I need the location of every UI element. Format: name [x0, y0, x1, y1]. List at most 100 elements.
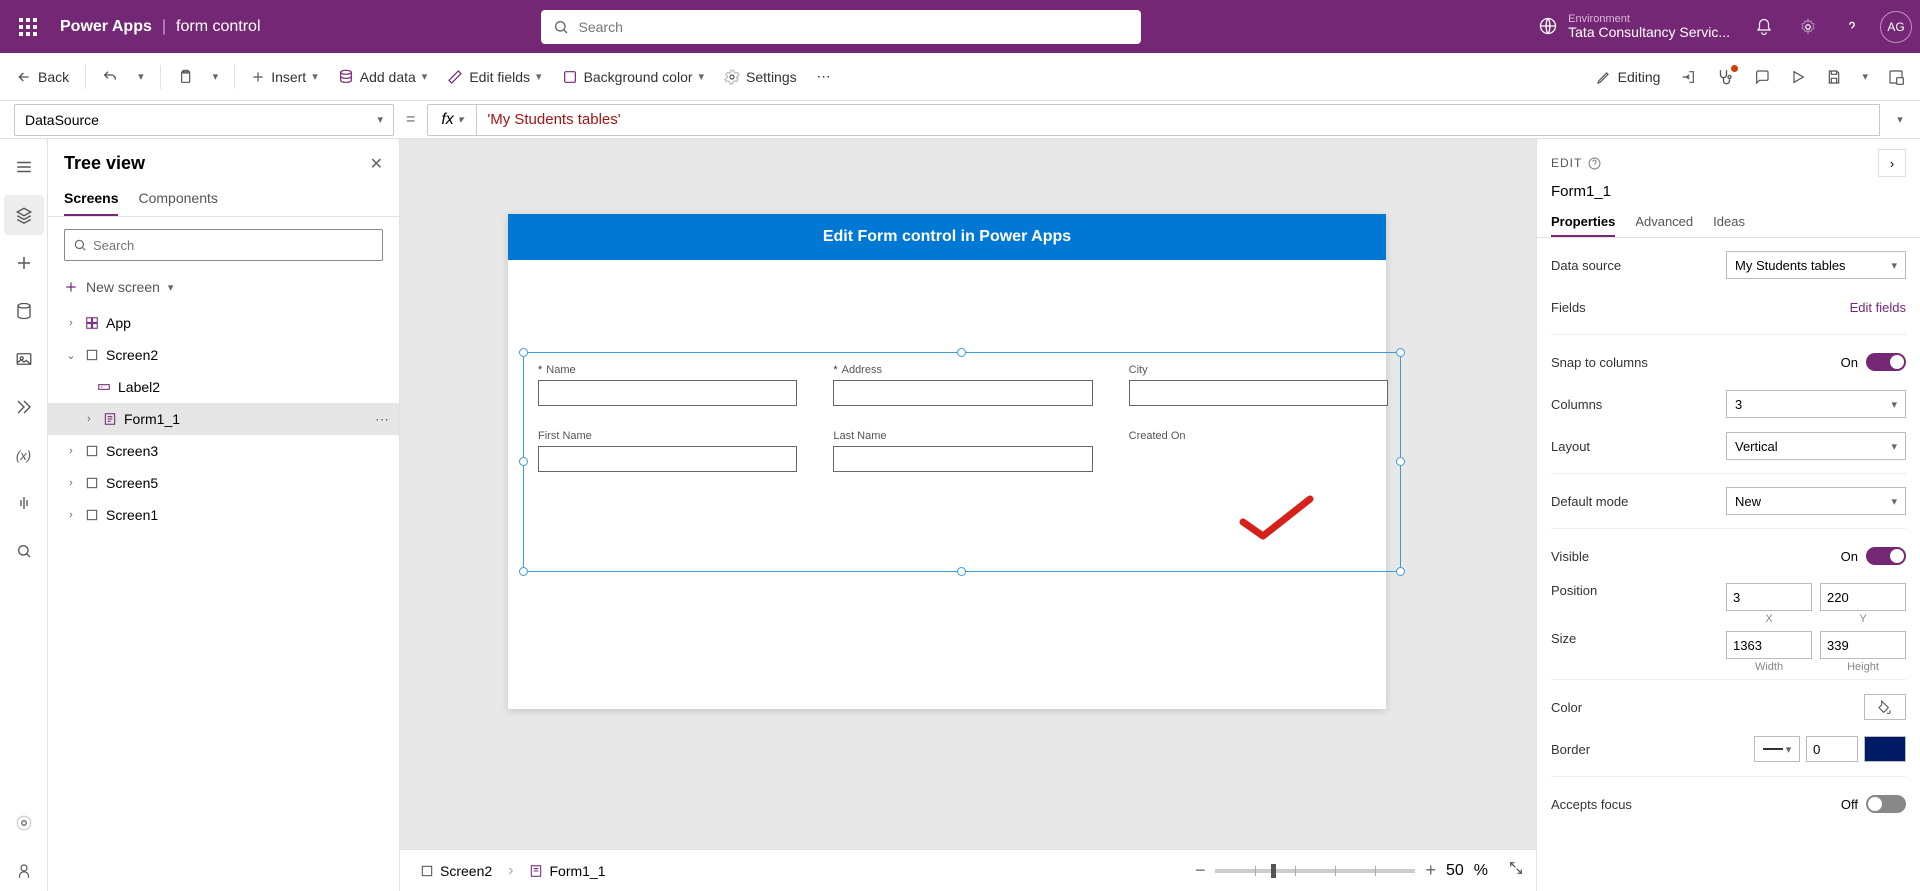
user-avatar[interactable]: AG — [1880, 11, 1912, 43]
collapse-panel-button[interactable]: › — [1878, 149, 1906, 177]
back-button[interactable]: Back — [8, 59, 77, 95]
zoom-out-button[interactable]: − — [1195, 860, 1206, 881]
rail-virtual-agent-button[interactable] — [4, 851, 44, 891]
columns-dropdown[interactable]: 3 ▾ — [1726, 390, 1906, 418]
position-y-input[interactable] — [1820, 583, 1906, 611]
more-options-button[interactable]: ⋯ — [375, 411, 391, 428]
save-dropdown[interactable]: ▾ — [1854, 59, 1876, 95]
tree-item-label2[interactable]: Label2 — [48, 371, 399, 403]
resize-handle[interactable] — [1396, 457, 1405, 466]
resize-handle[interactable] — [957, 567, 966, 576]
width-input[interactable] — [1726, 631, 1812, 659]
position-x-input[interactable] — [1726, 583, 1812, 611]
formula-input[interactable]: 'My Students tables' — [477, 104, 1880, 136]
background-color-button[interactable]: Background color ▾ — [554, 59, 712, 95]
layout-dropdown[interactable]: Vertical ▾ — [1726, 432, 1906, 460]
help-icon[interactable] — [1588, 157, 1601, 170]
rail-insert-button[interactable] — [4, 243, 44, 283]
property-selector[interactable]: DataSource ▾ — [14, 104, 394, 136]
share-button[interactable] — [1672, 59, 1704, 95]
zoom-in-button[interactable]: + — [1425, 860, 1436, 881]
tab-ideas[interactable]: Ideas — [1713, 208, 1745, 237]
visible-toggle[interactable] — [1866, 547, 1906, 565]
last-name-input[interactable] — [833, 446, 1092, 472]
undo-dropdown[interactable]: ▾ — [130, 59, 152, 95]
accepts-focus-toggle[interactable] — [1866, 795, 1906, 813]
color-picker-button[interactable] — [1864, 694, 1906, 720]
add-data-button[interactable]: Add data ▾ — [330, 59, 436, 95]
new-screen-button[interactable]: New screen ▾ — [50, 273, 397, 301]
zoom-slider[interactable] — [1215, 869, 1415, 873]
tab-components[interactable]: Components — [138, 182, 217, 216]
edit-fields-button[interactable]: Edit fields ▾ — [439, 59, 549, 95]
paste-button[interactable] — [169, 59, 201, 95]
first-name-input[interactable] — [538, 446, 797, 472]
settings-button[interactable]: Settings — [716, 59, 805, 95]
app-launcher-button[interactable] — [8, 7, 48, 47]
rail-power-automate-button[interactable] — [4, 387, 44, 427]
breadcrumb-screen2[interactable]: Screen2 — [412, 859, 500, 883]
rail-settings-button[interactable] — [4, 803, 44, 843]
rail-variables-button[interactable]: (x) — [4, 435, 44, 475]
tree-item-app[interactable]: › App — [48, 307, 399, 339]
tree-search-box[interactable] — [64, 229, 383, 261]
preview-button[interactable] — [1782, 59, 1814, 95]
tree-item-screen1[interactable]: › Screen1 — [48, 499, 399, 531]
close-tree-button[interactable]: ✕ — [370, 154, 383, 174]
data-source-dropdown[interactable]: My Students tables ▾ — [1726, 251, 1906, 279]
address-input[interactable] — [833, 380, 1092, 406]
search-input[interactable] — [579, 19, 1129, 35]
border-width-input[interactable] — [1806, 736, 1858, 762]
tree-item-screen3[interactable]: › Screen3 — [48, 435, 399, 467]
notifications-button[interactable] — [1744, 7, 1784, 47]
rail-media-button[interactable] — [4, 339, 44, 379]
border-color-picker[interactable] — [1864, 736, 1906, 762]
tree-item-screen2[interactable]: ⌄ Screen2 — [48, 339, 399, 371]
save-button[interactable] — [1818, 59, 1850, 95]
rail-hamburger-button[interactable] — [4, 147, 44, 187]
environment-picker[interactable]: Environment Tata Consultancy Servic... — [1538, 13, 1730, 40]
gear-icon — [724, 69, 740, 85]
fx-button[interactable]: fx ▾ — [427, 104, 477, 136]
height-input[interactable] — [1820, 631, 1906, 659]
breadcrumb-form1-1[interactable]: Form1_1 — [521, 859, 613, 883]
undo-button[interactable] — [94, 59, 126, 95]
rail-search-button[interactable] — [4, 531, 44, 571]
resize-handle[interactable] — [1396, 567, 1405, 576]
snap-to-columns-toggle[interactable] — [1866, 353, 1906, 371]
zoom-thumb[interactable] — [1271, 864, 1276, 878]
global-search[interactable] — [541, 10, 1141, 44]
tab-properties[interactable]: Properties — [1551, 208, 1615, 237]
paste-dropdown[interactable]: ▾ — [205, 59, 227, 95]
help-button[interactable] — [1832, 7, 1872, 47]
more-commands-button[interactable]: ⋯ — [809, 59, 839, 95]
comments-button[interactable] — [1746, 59, 1778, 95]
formula-expand-button[interactable]: ▾ — [1880, 113, 1920, 126]
rail-tree-view-button[interactable] — [4, 195, 44, 235]
name-input[interactable] — [538, 380, 797, 406]
rail-advanced-tools-button[interactable] — [4, 483, 44, 523]
settings-button[interactable] — [1788, 7, 1828, 47]
resize-handle[interactable] — [957, 348, 966, 357]
size-label: Size — [1551, 631, 1576, 646]
tree-search-input[interactable] — [93, 238, 374, 253]
resize-handle[interactable] — [1396, 348, 1405, 357]
resize-handle[interactable] — [519, 567, 528, 576]
app-checker-button[interactable] — [1708, 59, 1742, 95]
insert-button[interactable]: Insert ▾ — [243, 59, 326, 95]
publish-button[interactable] — [1880, 59, 1912, 95]
editing-mode-button[interactable]: Editing — [1588, 59, 1669, 95]
resize-handle[interactable] — [519, 457, 528, 466]
city-input[interactable] — [1129, 380, 1388, 406]
default-mode-dropdown[interactable]: New ▾ — [1726, 487, 1906, 515]
edit-fields-link[interactable]: Edit fields — [1850, 300, 1906, 315]
canvas-screen[interactable]: Edit Form control in Power Apps *Name *A… — [508, 214, 1386, 709]
resize-handle[interactable] — [519, 348, 528, 357]
rail-data-button[interactable] — [4, 291, 44, 331]
tab-screens[interactable]: Screens — [64, 182, 118, 216]
tree-item-form1-1[interactable]: › Form1_1 ⋯ — [48, 403, 399, 435]
tab-advanced[interactable]: Advanced — [1635, 208, 1693, 237]
tree-item-screen5[interactable]: › Screen5 — [48, 467, 399, 499]
border-style-dropdown[interactable]: ▾ — [1754, 736, 1800, 762]
fit-to-screen-button[interactable] — [1508, 860, 1524, 881]
